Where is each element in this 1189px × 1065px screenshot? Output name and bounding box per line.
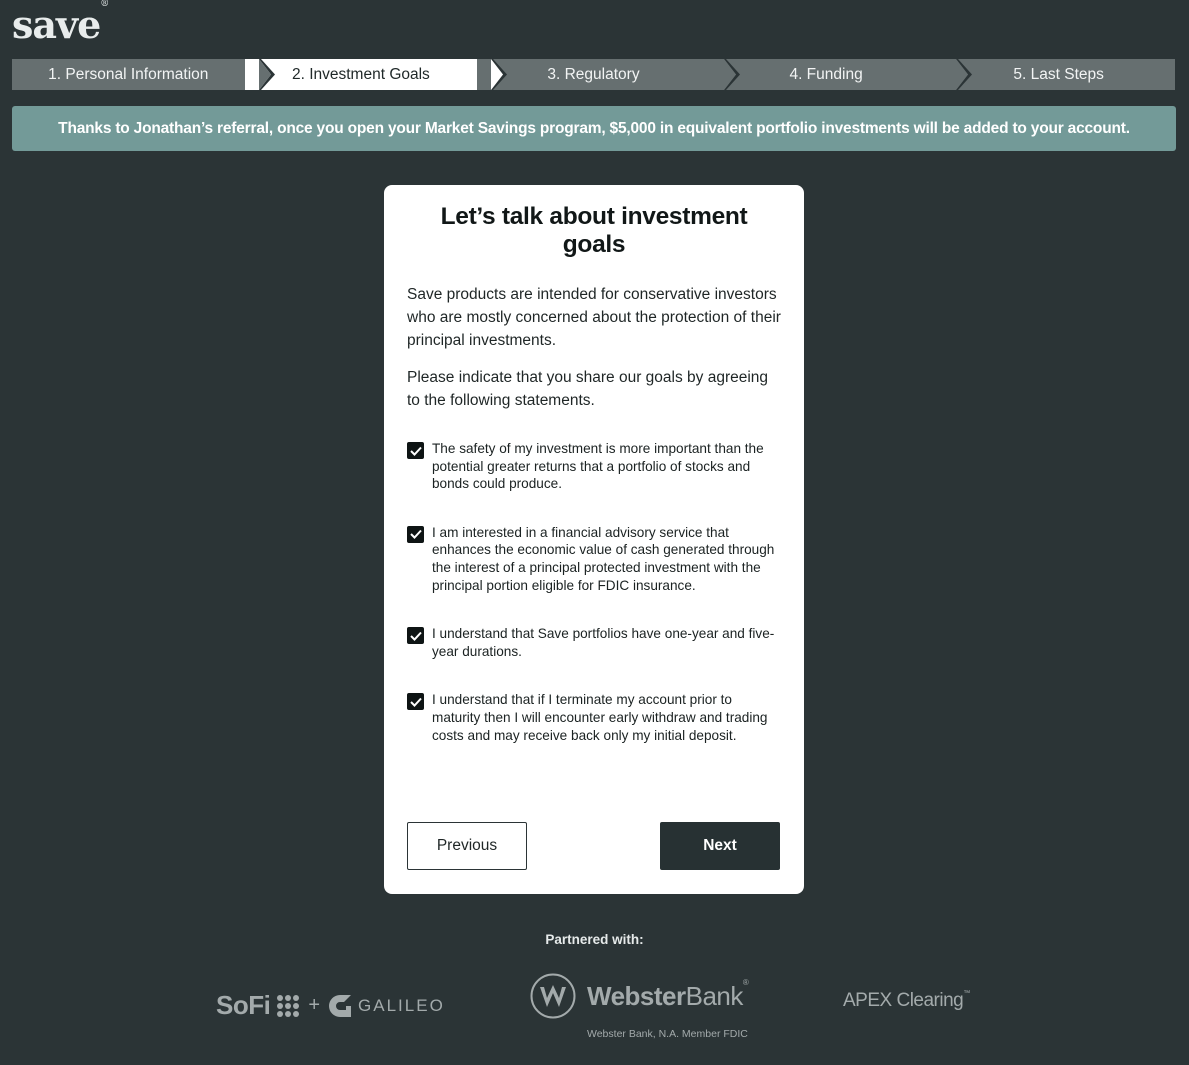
statement-list: The safety of my investment is more impo… [407, 440, 781, 744]
step-investment-goals[interactable]: 2. Investment Goals [244, 59, 508, 90]
step-personal-information[interactable]: 1. Personal Information [12, 59, 275, 90]
sofi-galileo-logo: SoFi + GALILEO [216, 990, 445, 1021]
galileo-mark-icon [329, 994, 352, 1017]
apex-clearing-logo: APEX Clearing ™ [843, 989, 970, 1012]
sofi-dots-icon [277, 994, 300, 1017]
intro-text: Save products are intended for conservat… [407, 286, 781, 349]
next-button[interactable]: Next [660, 822, 780, 870]
checkmark-icon [409, 446, 422, 456]
statement-item: I understand that if I terminate my acco… [407, 691, 781, 744]
referral-banner-text: Thanks to Jonathan’s referral, once you … [58, 119, 1130, 137]
apex-clearing-wordmark: APEX Clearing [843, 990, 964, 1011]
statement-item: I understand that Save portfolios have o… [407, 625, 781, 660]
statement-checkbox[interactable] [407, 693, 424, 711]
webster-w-icon [530, 973, 576, 1019]
statement-checkbox[interactable] [407, 525, 424, 543]
investment-goals-card: Let’s talk about investment goals Save p… [384, 185, 804, 894]
referral-banner: Thanks to Jonathan’s referral, once you … [12, 106, 1176, 151]
statement-text: I understand that Save portfolios have o… [432, 626, 775, 659]
step-label: 3. Regulatory [547, 65, 640, 83]
step-label: 1. Personal Information [48, 65, 209, 83]
statement-text: I understand that if I terminate my acco… [432, 692, 768, 743]
save-logo[interactable]: save® [12, 0, 109, 47]
checkmark-icon [409, 631, 422, 641]
galileo-wordmark: GALILEO [358, 995, 445, 1015]
step-regulatory[interactable]: 3. Regulatory [477, 59, 740, 90]
step-label: 5. Last Steps [1013, 65, 1104, 83]
statement-item: The safety of my investment is more impo… [407, 440, 781, 493]
step-label: 2. Investment Goals [291, 65, 430, 83]
statement-checkbox[interactable] [407, 442, 424, 459]
sofi-wordmark: SoFi [216, 990, 271, 1020]
step-label: 4. Funding [789, 65, 863, 83]
checkmark-icon [409, 530, 422, 540]
plus-sign: + [308, 994, 321, 1016]
webster-bank-wordmark: WebsterBank® [587, 977, 749, 1011]
partnered-label: Partnered with: [545, 932, 644, 947]
webster-fdic-text: Webster Bank, N.A. Member FDIC [587, 1028, 748, 1040]
statement-text: The safety of my investment is more impo… [432, 441, 764, 492]
statement-item: I am interested in a financial advisory … [407, 524, 781, 594]
previous-button[interactable]: Previous [407, 822, 527, 870]
statement-checkbox[interactable] [407, 627, 424, 645]
checkmark-icon [409, 697, 422, 707]
progress-stepper: 1. Personal Information 2. Investment Go… [12, 59, 1175, 90]
statement-text: I am interested in a financial advisory … [432, 524, 775, 593]
step-funding[interactable]: 4. Funding [709, 59, 973, 90]
step-last-steps[interactable]: 5. Last Steps [942, 59, 1175, 90]
page-title: Let’s talk about investment goals [440, 203, 748, 258]
webster-bank-logo: WebsterBank® [530, 973, 749, 1019]
instruction-text: Please indicate that you share our goals… [407, 369, 769, 409]
